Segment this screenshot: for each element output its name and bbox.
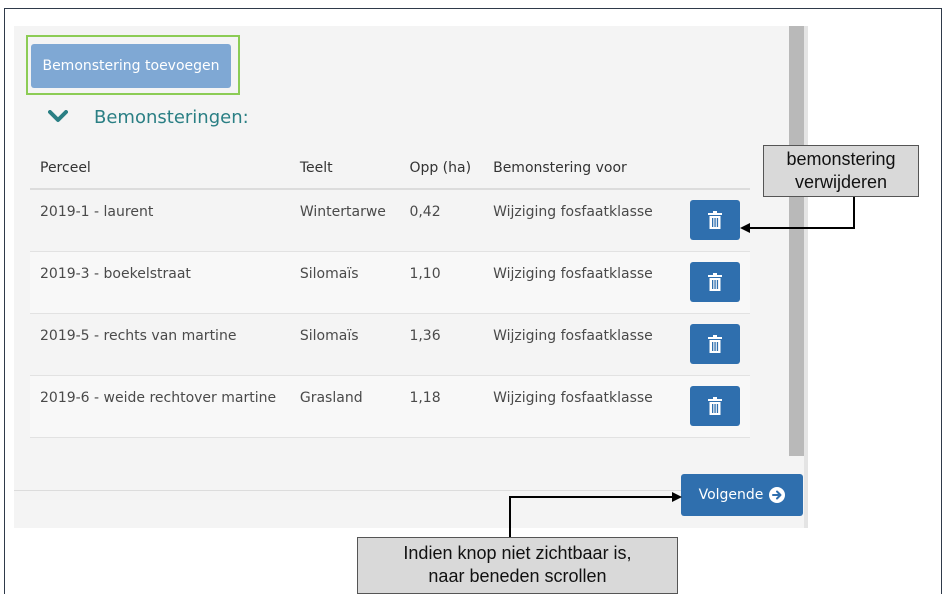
- delete-callout-line1: bemonstering: [786, 149, 896, 169]
- cell-perceel: 2019-5 - rechts van martine: [30, 313, 290, 376]
- vertical-scrollbar[interactable]: [789, 26, 804, 456]
- col-bemonstering: Bemonstering voor: [483, 148, 681, 190]
- cell-teelt: Grasland: [289, 375, 400, 438]
- delete-callout: bemonstering verwijderen: [763, 145, 919, 197]
- delete-button[interactable]: [690, 261, 741, 302]
- cell-actions: [680, 375, 750, 438]
- cell-actions: [680, 313, 750, 376]
- table-header-row: Perceel Teelt Opp (ha) Bemonstering voor: [30, 148, 750, 190]
- col-opp: Opp (ha): [399, 148, 484, 190]
- cell-opp: 0,42: [399, 189, 484, 252]
- cell-opp: 1,10: [399, 251, 484, 314]
- scroll-callout-line1: Indien knop niet zichtbaar is,: [403, 543, 632, 563]
- delete-button[interactable]: [690, 323, 741, 364]
- cell-teelt: Wintertarwe: [289, 189, 400, 252]
- trash-icon: [708, 334, 723, 353]
- cell-actions: [680, 251, 750, 314]
- cell-opp: 1,18: [399, 375, 484, 438]
- add-bemonstering-button[interactable]: Bemonstering toevoegen: [31, 44, 231, 88]
- delete-button[interactable]: [690, 200, 741, 240]
- cell-bemonstering: Wijziging fosfaatklasse: [483, 189, 681, 252]
- cell-perceel: 2019-6 - weide rechtover martine: [30, 375, 290, 438]
- section-title: Bemonsteringen:: [94, 106, 249, 128]
- table-row: 2019-1 - laurent Wintertarwe 0,42 Wijzig…: [30, 189, 750, 252]
- cell-opp: 1,36: [399, 313, 484, 376]
- col-actions: [680, 148, 750, 190]
- delete-button[interactable]: [690, 385, 741, 426]
- cell-teelt: Silomaïs: [289, 313, 400, 376]
- cell-perceel: 2019-1 - laurent: [30, 189, 290, 252]
- scroll-callout: Indien knop niet zichtbaar is, naar bene…: [357, 537, 678, 594]
- table-row: 2019-5 - rechts van martine Silomaïs 1,3…: [30, 313, 750, 376]
- arrowhead-icon: [672, 492, 682, 502]
- table-row: 2019-6 - weide rechtover martine Graslan…: [30, 375, 750, 438]
- delete-callout-line2: verwijderen: [794, 171, 888, 192]
- next-button[interactable]: Volgende: [681, 474, 803, 516]
- col-perceel: Perceel: [30, 148, 290, 190]
- scroll-track: [804, 26, 808, 528]
- section-header[interactable]: Bemonsteringen:: [48, 104, 249, 130]
- trash-icon: [708, 396, 723, 415]
- callout-connector: [509, 496, 511, 538]
- callout-connector: [748, 227, 855, 229]
- trash-icon: [708, 272, 723, 291]
- cell-bemonstering: Wijziging fosfaatklasse: [483, 251, 681, 314]
- table-row: 2019-3 - boekelstraat Silomaïs 1,10 Wijz…: [30, 251, 750, 314]
- cell-bemonstering: Wijziging fosfaatklasse: [483, 313, 681, 376]
- arrow-right-circle-icon: [769, 487, 786, 503]
- callout-connector: [509, 496, 677, 498]
- callout-connector: [853, 197, 855, 228]
- trash-icon: [708, 211, 723, 229]
- cell-teelt: Silomaïs: [289, 251, 400, 314]
- col-teelt: Teelt: [289, 148, 400, 190]
- cell-actions: [680, 189, 750, 252]
- cell-bemonstering: Wijziging fosfaatklasse: [483, 375, 681, 438]
- cell-perceel: 2019-3 - boekelstraat: [30, 251, 290, 314]
- chevron-down-icon: [48, 110, 68, 122]
- scroll-callout-line2: naar beneden scrollen: [428, 565, 607, 586]
- arrowhead-icon: [740, 223, 750, 233]
- next-button-label: Volgende: [698, 487, 764, 503]
- bemonsteringen-table: Perceel Teelt Opp (ha) Bemonstering voor…: [30, 148, 750, 438]
